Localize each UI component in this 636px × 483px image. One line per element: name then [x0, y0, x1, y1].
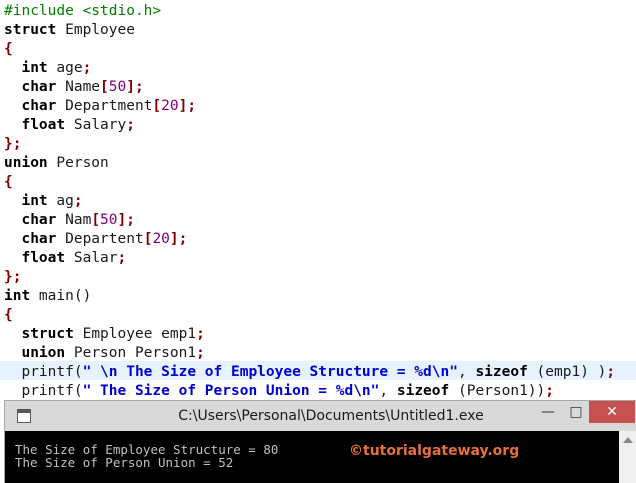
watermark: ©tutorialgateway.org [349, 443, 520, 459]
code-line[interactable]: char Departent[20]; [4, 230, 187, 249]
close-button[interactable]: ✕ [589, 401, 635, 423]
code-line[interactable]: float Salar; [4, 249, 126, 268]
console-window[interactable]: C:\Users\Personal\Documents\Untitled1.ex… [4, 400, 636, 483]
code-line[interactable]: int ag; [4, 192, 82, 211]
code-line[interactable]: union Person [4, 154, 109, 173]
code-line[interactable]: struct Employee [4, 21, 135, 40]
code-line[interactable]: printf(" The Size of Person Union = %d\n… [4, 382, 554, 400]
code-line[interactable]: }; [4, 135, 21, 154]
code-line[interactable]: { [4, 306, 13, 325]
code-line[interactable]: { [4, 40, 13, 59]
code-line[interactable]: #include <stdio.h> [4, 2, 161, 21]
code-line[interactable]: union Person Person1; [4, 344, 204, 363]
console-output-line: The Size of Person Union = 52 [15, 455, 234, 470]
code-line[interactable]: struct Employee emp1; [4, 325, 204, 344]
maximize-button[interactable]: □ [561, 401, 591, 423]
console-titlebar[interactable]: C:\Users\Personal\Documents\Untitled1.ex… [5, 401, 636, 431]
code-line[interactable]: float Salary; [4, 116, 135, 135]
code-line[interactable]: printf(" \n The Size of Employee Structu… [4, 363, 615, 382]
code-line[interactable]: char Name[50]; [4, 78, 143, 97]
console-output: The Size of Employee Structure = 80 The … [15, 443, 613, 483]
code-line[interactable]: char Nam[50]; [4, 211, 135, 230]
code-line[interactable]: int main() [4, 287, 91, 306]
code-line[interactable]: char Department[20]; [4, 97, 196, 116]
scroll-up-arrow-icon[interactable] [623, 437, 633, 443]
code-line[interactable]: int age; [4, 59, 91, 78]
code-line[interactable]: }; [4, 268, 21, 287]
code-line[interactable]: { [4, 173, 13, 192]
minimize-button[interactable]: — [533, 401, 563, 423]
code-editor[interactable]: #include <stdio.h> struct Employee { int… [0, 0, 636, 400]
code-line-1: #include <stdio.h> [4, 3, 162, 19]
console-scrollbar[interactable] [619, 431, 636, 483]
